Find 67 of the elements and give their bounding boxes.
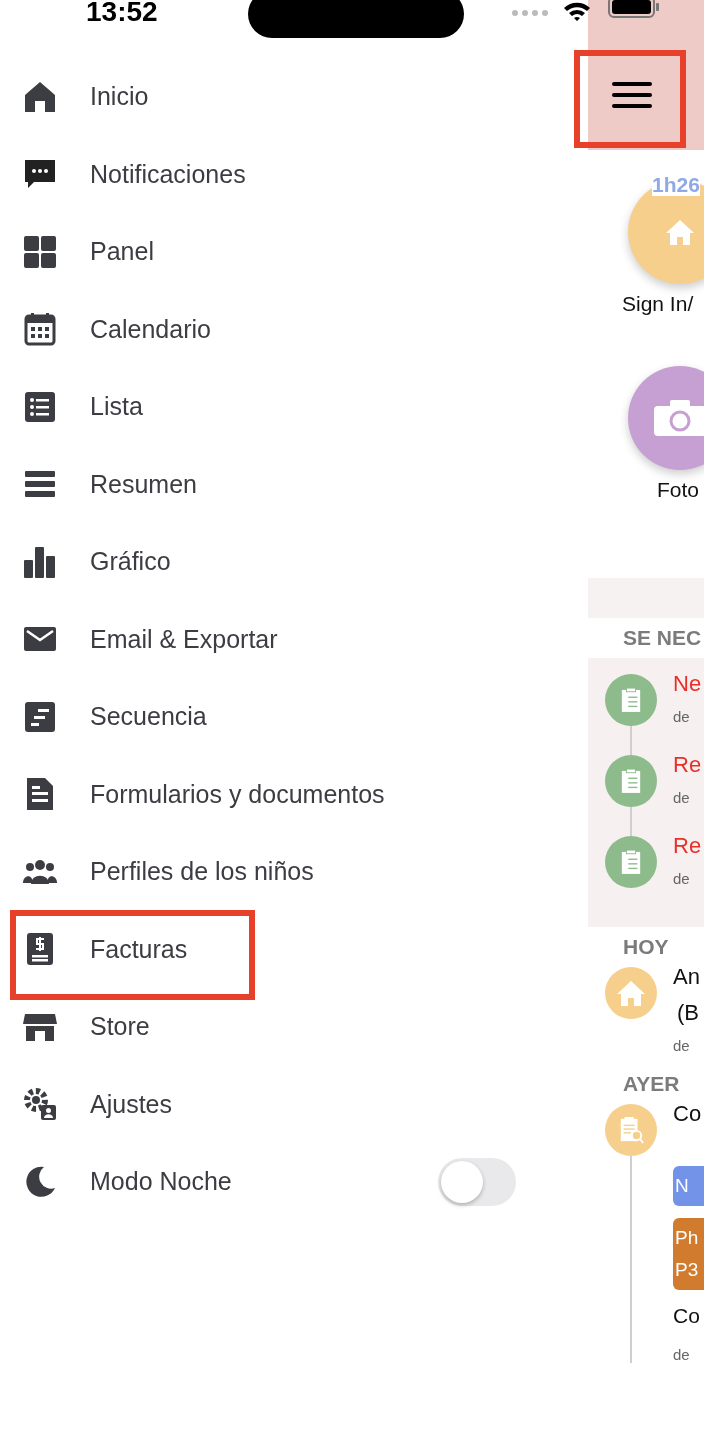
home-icon — [665, 218, 695, 246]
menu-item[interactable]: Panel — [0, 213, 588, 291]
tag-text: P3 — [675, 1258, 700, 1282]
menu-label: Perfiles de los niños — [90, 857, 314, 887]
menu-item[interactable]: Modo Noche — [0, 1143, 588, 1221]
menu-label: Facturas — [90, 934, 188, 964]
menu-item[interactable]: Lista — [0, 368, 588, 446]
menu-label: Lista — [90, 392, 143, 422]
menu-item[interactable]: Calendario — [0, 290, 588, 368]
menu-item[interactable]: Secuencia — [0, 678, 588, 756]
checklist-icon — [619, 687, 642, 713]
home-icon — [615, 979, 646, 1007]
action-label: Foto — [657, 478, 701, 502]
menu-item[interactable]: Formularios y documentos — [0, 755, 588, 833]
entry-title: Re — [673, 751, 702, 779]
action-button[interactable] — [628, 366, 704, 470]
menu-label: Store — [90, 1012, 150, 1042]
entry-title: Co — [673, 1100, 703, 1128]
signal-icon — [511, 9, 551, 17]
duration-label: 1h26 — [652, 174, 700, 196]
menu-item[interactable]: Store — [0, 988, 588, 1066]
toggle-switch[interactable] — [438, 1157, 516, 1206]
gear-icon — [22, 1086, 58, 1123]
calendar-icon — [22, 311, 58, 348]
menu-item[interactable]: Email & Exportar — [0, 600, 588, 678]
entry-title: Re — [673, 832, 702, 860]
entry-subtitle: de — [673, 870, 691, 887]
menu-label: Calendario — [90, 314, 211, 344]
entry-subtitle: de — [673, 1037, 691, 1054]
tag-text: Ph — [675, 1226, 700, 1250]
entry-title: An — [673, 963, 700, 991]
section-title: AYER — [622, 1071, 681, 1097]
checklist-icon — [619, 849, 642, 875]
menu-label: Secuencia — [90, 702, 207, 732]
entry-subtitle: de — [673, 1346, 691, 1363]
menu-label: Ajustes — [90, 1089, 172, 1119]
entry-title: (B — [676, 999, 700, 1027]
menu-label: Formularios y documentos — [90, 779, 385, 809]
wifi-icon — [562, 0, 592, 22]
menu-icon[interactable] — [610, 80, 654, 110]
menu-item[interactable]: Notificaciones — [0, 135, 588, 213]
menu-item[interactable]: Ajustes — [0, 1065, 588, 1143]
menu-label: Gráfico — [90, 547, 171, 577]
checklist-icon — [619, 768, 642, 794]
entry-title: Ne — [673, 670, 702, 698]
menu-label: Resumen — [90, 469, 197, 499]
status-time: 13:52 — [86, 0, 158, 26]
entry-subtitle: de — [673, 789, 691, 806]
menu-label: Email & Exportar — [90, 624, 278, 654]
menu-label: Panel — [90, 237, 154, 267]
menu-label: Notificaciones — [90, 159, 246, 189]
entry-note: Co — [673, 1304, 701, 1328]
menu-item[interactable]: Gráfico — [0, 523, 588, 601]
grid-icon — [22, 233, 58, 270]
menu-label: Modo Noche — [90, 1167, 232, 1197]
menu-label: Inicio — [90, 82, 149, 112]
menu-item[interactable]: Inicio — [0, 58, 588, 136]
menu-item[interactable]: Resumen — [0, 445, 588, 523]
menu-item[interactable]: Perfiles de los niños — [0, 833, 588, 911]
action-label: Sign In/ — [622, 292, 695, 316]
battery-icon — [608, 0, 660, 18]
entry-subtitle: de — [673, 708, 691, 725]
menu-item[interactable]: Facturas — [0, 910, 588, 988]
section-title: SE NEC — [622, 625, 703, 651]
section-title: HOY — [622, 934, 670, 960]
camera-icon — [652, 398, 704, 438]
tag-text: N — [675, 1174, 690, 1198]
